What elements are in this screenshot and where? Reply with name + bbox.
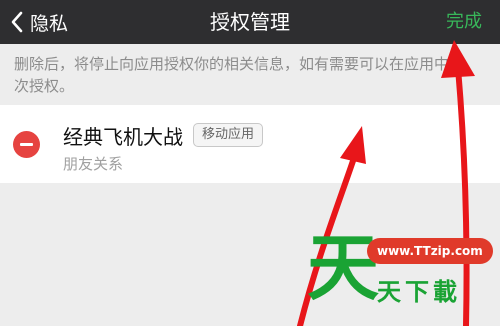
authorized-app-row: 经典飞机大战 移动应用 朋友关系 bbox=[0, 105, 500, 183]
remove-app-button[interactable] bbox=[13, 131, 40, 158]
app-permission-text: 朋友关系 bbox=[63, 155, 124, 173]
delete-notice-text: 删除后，将停止向应用授权你的相关信息，如有需要可以在应用中再次授权。 bbox=[14, 55, 465, 95]
minus-circle-icon bbox=[20, 143, 33, 146]
site-watermark: 天 www.TTzip.com 天下載 bbox=[305, 228, 495, 323]
watermark-site-name: 天下載 bbox=[377, 278, 461, 306]
app-name: 经典飞机大战 bbox=[63, 125, 183, 149]
app-type-badge: 移动应用 bbox=[193, 123, 264, 147]
watermark-url: www.TTzip.com bbox=[367, 238, 493, 264]
done-button[interactable]: 完成 bbox=[446, 0, 482, 44]
page-title: 授权管理 bbox=[210, 10, 290, 34]
top-navigation-bar: 隐私 授权管理 完成 bbox=[0, 0, 500, 44]
watermark-logo-char: 天 bbox=[307, 226, 380, 310]
